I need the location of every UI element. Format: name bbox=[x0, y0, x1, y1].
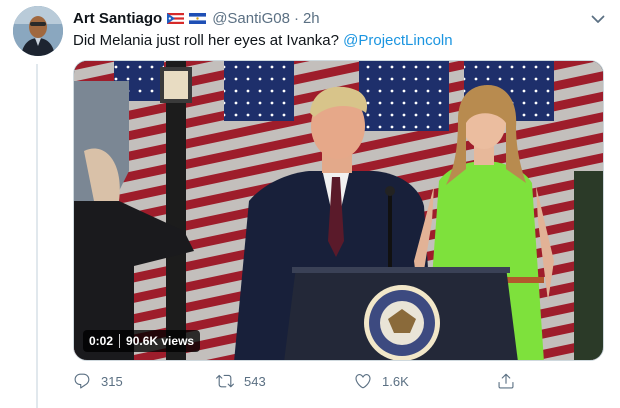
separator-dot: · bbox=[293, 9, 299, 27]
tweet-header: Art Santiago @SantiG08 · 2h bbox=[73, 8, 320, 28]
tweet-actions: 315 543 1.6K bbox=[73, 372, 523, 394]
el-salvador-flag-icon bbox=[189, 12, 207, 24]
retweet-count: 543 bbox=[244, 373, 266, 389]
thread-line bbox=[36, 64, 38, 408]
reply-button[interactable]: 315 bbox=[73, 372, 123, 390]
video-time: 0:02 bbox=[89, 334, 114, 348]
avatar-image bbox=[13, 6, 63, 56]
share-icon bbox=[498, 373, 514, 389]
video-views: 90.6K views bbox=[126, 334, 195, 348]
reply-count: 315 bbox=[101, 373, 123, 389]
like-count: 1.6K bbox=[382, 373, 409, 389]
share-button[interactable] bbox=[497, 372, 515, 390]
handle[interactable]: @SantiG08 bbox=[212, 10, 290, 27]
avatar[interactable] bbox=[13, 6, 63, 56]
timestamp[interactable]: 2h bbox=[303, 10, 320, 27]
video-frame bbox=[74, 61, 603, 360]
display-name[interactable]: Art Santiago bbox=[73, 10, 162, 27]
video-player[interactable]: 0:02 90.6K views bbox=[73, 60, 604, 361]
badge-divider bbox=[119, 334, 121, 348]
heart-icon bbox=[355, 374, 371, 389]
mention-link[interactable]: @ProjectLincoln bbox=[343, 32, 452, 49]
retweet-icon bbox=[216, 374, 234, 388]
tweet-text: Did Melania just roll her eyes at Ivanka… bbox=[73, 31, 453, 51]
like-button[interactable]: 1.6K bbox=[354, 372, 409, 390]
video-badge: 0:02 90.6K views bbox=[83, 330, 201, 352]
retweet-button[interactable]: 543 bbox=[216, 372, 266, 390]
tweet-text-body: Did Melania just roll her eyes at Ivanka… bbox=[73, 32, 344, 49]
chevron-down-icon[interactable] bbox=[589, 10, 607, 28]
reply-icon bbox=[74, 373, 90, 389]
puerto-rico-flag-icon bbox=[167, 12, 185, 24]
